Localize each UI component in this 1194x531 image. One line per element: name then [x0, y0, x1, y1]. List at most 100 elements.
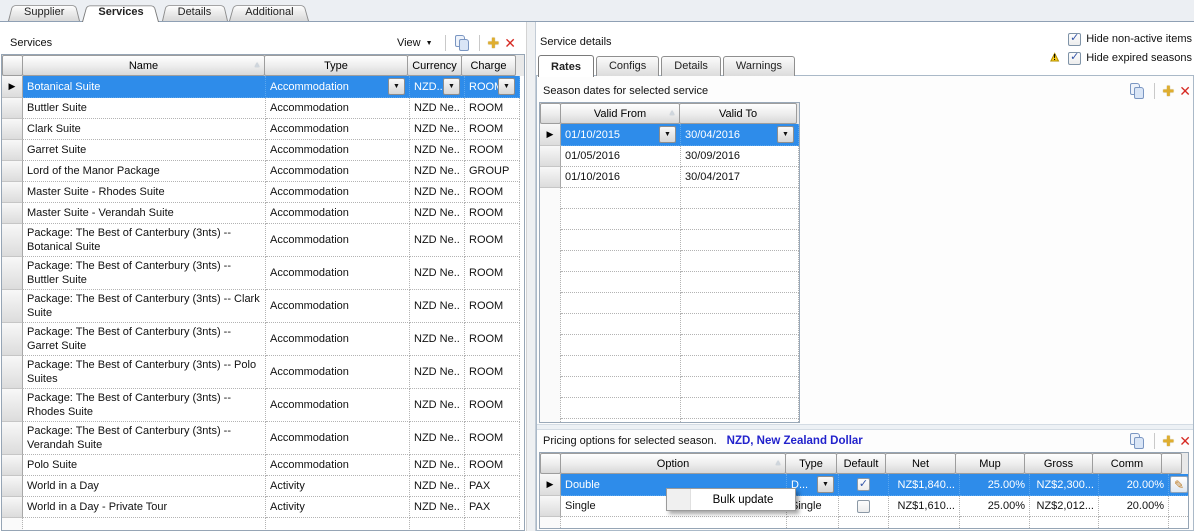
service-type-cell[interactable]: Activity ▼: [266, 497, 410, 518]
service-name-cell[interactable]: Polo Suite: [23, 455, 266, 476]
tab-details[interactable]: Details: [162, 3, 228, 21]
default-checkbox[interactable]: ✓: [857, 500, 870, 513]
service-currency-cell[interactable]: NZD Ne... ▼: [410, 455, 465, 476]
valid-from-cell[interactable]: ▼: [561, 293, 681, 314]
service-currency-cell[interactable]: NZD Ne... ▼: [410, 140, 465, 161]
service-name-cell[interactable]: Buttler Suite: [23, 98, 266, 119]
service-type-cell[interactable]: ▼: [266, 518, 410, 531]
service-name-cell[interactable]: Package: The Best of Canterbury (3nts) -…: [23, 257, 266, 290]
section-splitter[interactable]: [537, 424, 1193, 430]
option-cell[interactable]: [561, 517, 787, 529]
service-type-cell[interactable]: Accommodation ▼: [266, 119, 410, 140]
column-header-valid-from[interactable]: Valid From ▲: [560, 103, 680, 124]
column-header-type[interactable]: Type: [264, 55, 408, 76]
row-selector[interactable]: ▶: [540, 188, 561, 209]
service-currency-cell[interactable]: NZD... ▼: [410, 76, 465, 98]
service-type-cell[interactable]: Accommodation ▼: [266, 161, 410, 182]
column-header-valid-to[interactable]: Valid To: [679, 103, 797, 124]
row-selector[interactable]: ▶: [540, 496, 561, 517]
row-selector[interactable]: ▶: [2, 518, 23, 531]
service-type-cell[interactable]: Accommodation ▼: [266, 389, 410, 422]
column-header-option[interactable]: Option ▲: [560, 453, 786, 474]
gross-cell[interactable]: NZ$2,012...: [1030, 496, 1099, 517]
net-cell[interactable]: NZ$1,610...: [889, 496, 960, 517]
row-selector[interactable]: ▶: [540, 377, 561, 398]
service-type-cell[interactable]: Accommodation ▼: [266, 323, 410, 356]
service-row[interactable]: ▶ Master Suite - Rhodes Suite Accommodat…: [2, 182, 524, 203]
service-currency-cell[interactable]: NZD Ne... ▼: [410, 422, 465, 455]
row-selector[interactable]: ▶: [540, 398, 561, 419]
valid-from-cell[interactable]: 01/10/2016 ▼: [561, 167, 681, 188]
row-selector[interactable]: ▶: [2, 140, 23, 161]
row-selector[interactable]: ▶: [540, 419, 561, 423]
service-type-cell[interactable]: Accommodation ▼: [266, 76, 410, 98]
add-icon[interactable]: ✚: [1163, 434, 1175, 448]
tab-supplier[interactable]: Supplier: [8, 3, 80, 21]
gross-cell[interactable]: NZ$2,300...: [1030, 474, 1099, 496]
service-type-cell[interactable]: Accommodation ▼: [266, 224, 410, 257]
valid-to-cell[interactable]: ▼: [681, 398, 799, 419]
row-selector[interactable]: ▶: [540, 517, 561, 529]
valid-from-cell[interactable]: ▼: [561, 188, 681, 209]
service-currency-cell[interactable]: NZD Ne... ▼: [410, 182, 465, 203]
row-selector[interactable]: ▶: [540, 335, 561, 356]
column-header-type[interactable]: Type: [785, 453, 837, 474]
service-row[interactable]: ▶ Package: The Best of Canterbury (3nts)…: [2, 389, 524, 422]
season-row[interactable]: ▶ ▼ ▼: [540, 272, 799, 293]
column-header-gross[interactable]: Gross: [1024, 453, 1093, 474]
service-type-cell[interactable]: Accommodation ▼: [266, 257, 410, 290]
filter-hide-expired[interactable]: ▲! ✓ Hide expired seasons: [1048, 50, 1192, 66]
service-row[interactable]: ▶ Package: The Best of Canterbury (3nts)…: [2, 422, 524, 455]
valid-to-cell[interactable]: ▼: [681, 209, 799, 230]
add-icon[interactable]: ✚: [488, 36, 500, 50]
service-charge-cell[interactable]: ROOM ▼: [465, 389, 520, 422]
valid-from-cell[interactable]: 01/05/2016 ▼: [561, 146, 681, 167]
service-name-cell[interactable]: Package: The Best of Canterbury (3nts) -…: [23, 422, 266, 455]
service-currency-cell[interactable]: NZD Ne... ▼: [410, 323, 465, 356]
row-selector[interactable]: ▶: [2, 76, 23, 98]
row-selector[interactable]: ▶: [2, 455, 23, 476]
column-header-currency[interactable]: Currency: [407, 55, 462, 76]
row-selector[interactable]: ▶: [2, 497, 23, 518]
row-selector[interactable]: ▶: [540, 124, 561, 146]
column-header-comm[interactable]: Comm: [1092, 453, 1162, 474]
service-row[interactable]: ▶ Buttler Suite Accommodation ▼ NZD Ne..…: [2, 98, 524, 119]
service-row[interactable]: ▶ Package: The Best of Canterbury (3nts)…: [2, 257, 524, 290]
row-selector[interactable]: ▶: [2, 422, 23, 455]
service-name-cell[interactable]: Garret Suite: [23, 140, 266, 161]
service-row[interactable]: ▶ Polo Suite Accommodation ▼ NZD Ne... ▼…: [2, 455, 524, 476]
service-type-cell[interactable]: Accommodation ▼: [266, 422, 410, 455]
row-selector[interactable]: ▶: [540, 209, 561, 230]
valid-to-cell[interactable]: 30/09/2016 ▼: [681, 146, 799, 167]
service-currency-cell[interactable]: NZD Ne... ▼: [410, 119, 465, 140]
hide-non-active-checkbox[interactable]: ✓: [1068, 33, 1081, 46]
valid-to-cell[interactable]: ▼: [681, 272, 799, 293]
tab-configs[interactable]: Configs: [596, 56, 659, 76]
delete-icon[interactable]: ✕: [1179, 434, 1191, 448]
row-selector[interactable]: ▶: [2, 119, 23, 140]
service-charge-cell[interactable]: ROOM ▼: [465, 257, 520, 290]
service-type-cell[interactable]: Accommodation ▼: [266, 140, 410, 161]
service-currency-cell[interactable]: NZD Ne... ▼: [410, 203, 465, 224]
dropdown-button[interactable]: ▼: [817, 476, 834, 493]
service-charge-cell[interactable]: ROOM ▼: [465, 290, 520, 323]
season-row[interactable]: ▶ ▼ ▼: [540, 377, 799, 398]
row-selector[interactable]: ▶: [540, 251, 561, 272]
valid-from-cell[interactable]: 01/10/2015 ▼: [561, 124, 681, 146]
service-name-cell[interactable]: World in a Day: [23, 476, 266, 497]
service-charge-cell[interactable]: ROOM ▼: [465, 224, 520, 257]
valid-to-cell[interactable]: ▼: [681, 356, 799, 377]
valid-to-cell[interactable]: ▼: [681, 251, 799, 272]
service-charge-cell[interactable]: PAX ▼: [465, 476, 520, 497]
column-header-net[interactable]: Net: [885, 453, 956, 474]
date-dropdown-button[interactable]: ▼: [777, 126, 794, 143]
tab-additional[interactable]: Additional: [229, 3, 309, 21]
season-row[interactable]: ▶ 01/10/2015 ▼ 30/04/2016 ▼: [540, 124, 799, 146]
service-type-cell[interactable]: Accommodation ▼: [266, 455, 410, 476]
service-currency-cell[interactable]: NZD Ne... ▼: [410, 161, 465, 182]
dropdown-button[interactable]: ▼: [443, 78, 460, 95]
date-dropdown-button[interactable]: ▼: [659, 126, 676, 143]
service-charge-cell[interactable]: ROOM ▼: [465, 182, 520, 203]
valid-to-cell[interactable]: ▼: [681, 377, 799, 398]
valid-to-cell[interactable]: ▼: [681, 293, 799, 314]
